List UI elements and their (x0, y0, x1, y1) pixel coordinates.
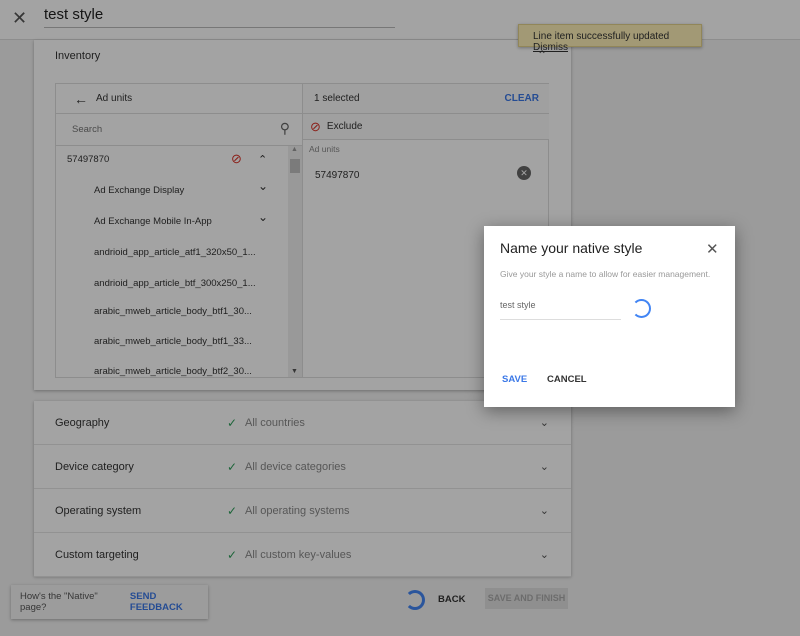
close-icon[interactable]: ✕ (706, 240, 719, 258)
save-button[interactable]: SAVE (502, 374, 527, 385)
loading-spinner (632, 299, 651, 318)
style-name-input[interactable]: test style (500, 300, 621, 320)
cancel-button[interactable]: CANCEL (547, 374, 587, 385)
dialog-description: Give your style a name to allow for easi… (500, 269, 711, 279)
dialog-title: Name your native style (500, 240, 643, 256)
name-style-dialog: Name your native style ✕ Give your style… (484, 226, 735, 407)
